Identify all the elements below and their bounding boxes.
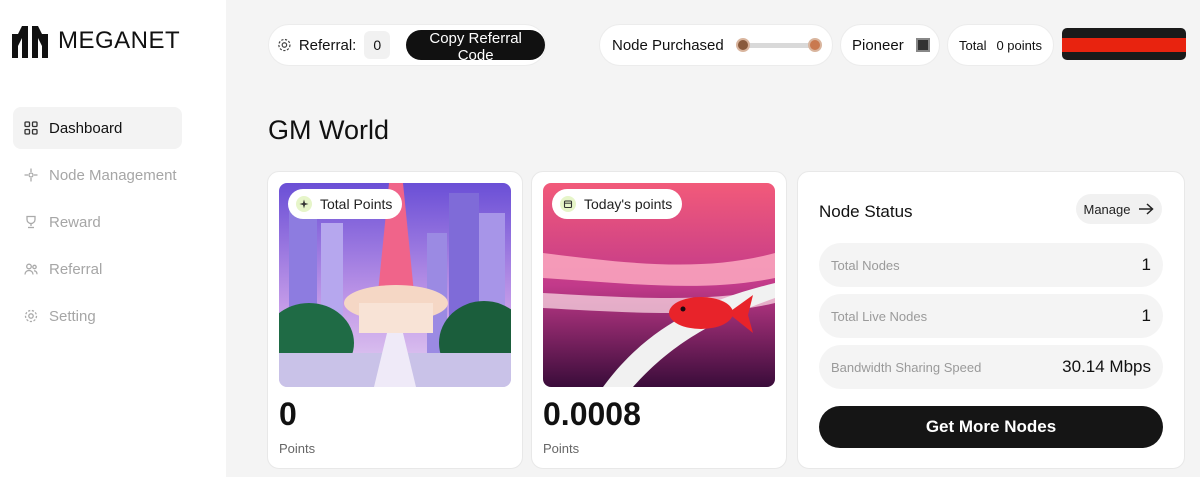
total-points-pill: Total 0 points <box>947 24 1054 66</box>
sidebar-item-reward[interactable]: Reward <box>13 201 182 243</box>
tier-pill[interactable]: Pioneer <box>840 24 940 66</box>
total-value: 0 points <box>996 37 1043 53</box>
referral-count: 0 <box>364 31 391 59</box>
sidebar-item-label: Dashboard <box>49 119 123 137</box>
page-title: GM World <box>268 115 390 145</box>
sparkle-icon <box>296 196 312 212</box>
stat-label: Total Live Nodes <box>831 308 928 324</box>
users-icon <box>23 261 39 277</box>
referral-label: Referral: <box>298 36 357 54</box>
todays-points-unit: Points <box>543 441 580 456</box>
brand-logo[interactable]: MEGANET <box>12 24 180 58</box>
total-points-card: Total Points 0 Points <box>267 171 523 469</box>
tier-badge-icon <box>915 38 930 52</box>
manage-label: Manage <box>1083 201 1131 217</box>
sidebar-item-setting[interactable]: Setting <box>13 295 182 337</box>
node-progress-track <box>735 38 822 52</box>
stat-value: 1 <box>1141 306 1151 325</box>
calendar-icon <box>560 196 576 212</box>
stat-row-total-nodes: Total Nodes 1 <box>819 243 1163 287</box>
node-progress-bar <box>743 42 814 48</box>
brand-name: MEGANET <box>58 27 181 54</box>
sidebar-item-referral[interactable]: Referral <box>13 248 182 290</box>
sidebar-item-label: Node Management <box>49 166 177 184</box>
total-points-value: 0 <box>279 396 297 432</box>
arrow-right-icon <box>1139 203 1155 215</box>
node-purchased-label: Node Purchased <box>612 36 724 54</box>
sidebar-item-label: Referral <box>49 260 103 278</box>
todays-points-card: Today's points 0.0008 Points <box>531 171 787 469</box>
get-more-nodes-button[interactable]: Get More Nodes <box>819 406 1163 448</box>
sidebar-item-label: Reward <box>49 213 101 231</box>
gear-icon <box>23 308 39 324</box>
sidebar-nav: Dashboard Node Management Reward Referra… <box>13 107 182 342</box>
node-status-title: Node Status <box>819 202 913 221</box>
tier-label: Pioneer <box>852 36 904 54</box>
node-purchased-pill[interactable]: Node Purchased <box>599 24 833 66</box>
todays-points-badge: Today's points <box>552 189 683 219</box>
node-status-card: Node Status Manage Total Nodes 1 Total L… <box>797 171 1185 469</box>
stat-value: 30.14 Mbps <box>1062 357 1151 376</box>
todays-points-value: 0.0008 <box>543 396 641 432</box>
stat-row-total-live-nodes: Total Live Nodes 1 <box>819 294 1163 338</box>
node-end-icon <box>807 38 822 52</box>
stat-label: Bandwidth Sharing Speed <box>831 359 982 375</box>
badge-label: Today's points <box>584 196 673 212</box>
copy-referral-code-button[interactable]: Copy Referral Code <box>406 30 545 64</box>
meganet-logo-icon <box>12 26 48 58</box>
gear-icon <box>278 38 291 52</box>
referral-pill: Referral: 0 Copy Referral Code <box>268 24 546 66</box>
total-label: Total <box>959 37 987 53</box>
sidebar-item-node-management[interactable]: Node Management <box>13 154 182 196</box>
stat-label: Total Nodes <box>831 257 900 273</box>
account-button[interactable] <box>1062 28 1186 60</box>
node-icon <box>23 167 39 183</box>
total-points-unit: Points <box>279 441 316 456</box>
trophy-icon <box>23 214 39 230</box>
account-redacted-stripe <box>1062 38 1186 52</box>
manage-button[interactable]: Manage <box>1076 194 1162 224</box>
grid-icon <box>23 120 39 136</box>
sidebar: MEGANET Dashboard Node Management Reward… <box>0 0 226 477</box>
sidebar-item-dashboard[interactable]: Dashboard <box>13 107 182 149</box>
sidebar-item-label: Setting <box>49 307 96 325</box>
stat-value: 1 <box>1141 255 1151 274</box>
stat-row-bandwidth-speed: Bandwidth Sharing Speed 30.14 Mbps <box>819 345 1163 389</box>
total-points-badge: Total Points <box>288 189 403 219</box>
badge-label: Total Points <box>320 196 393 212</box>
node-start-icon <box>735 38 750 52</box>
